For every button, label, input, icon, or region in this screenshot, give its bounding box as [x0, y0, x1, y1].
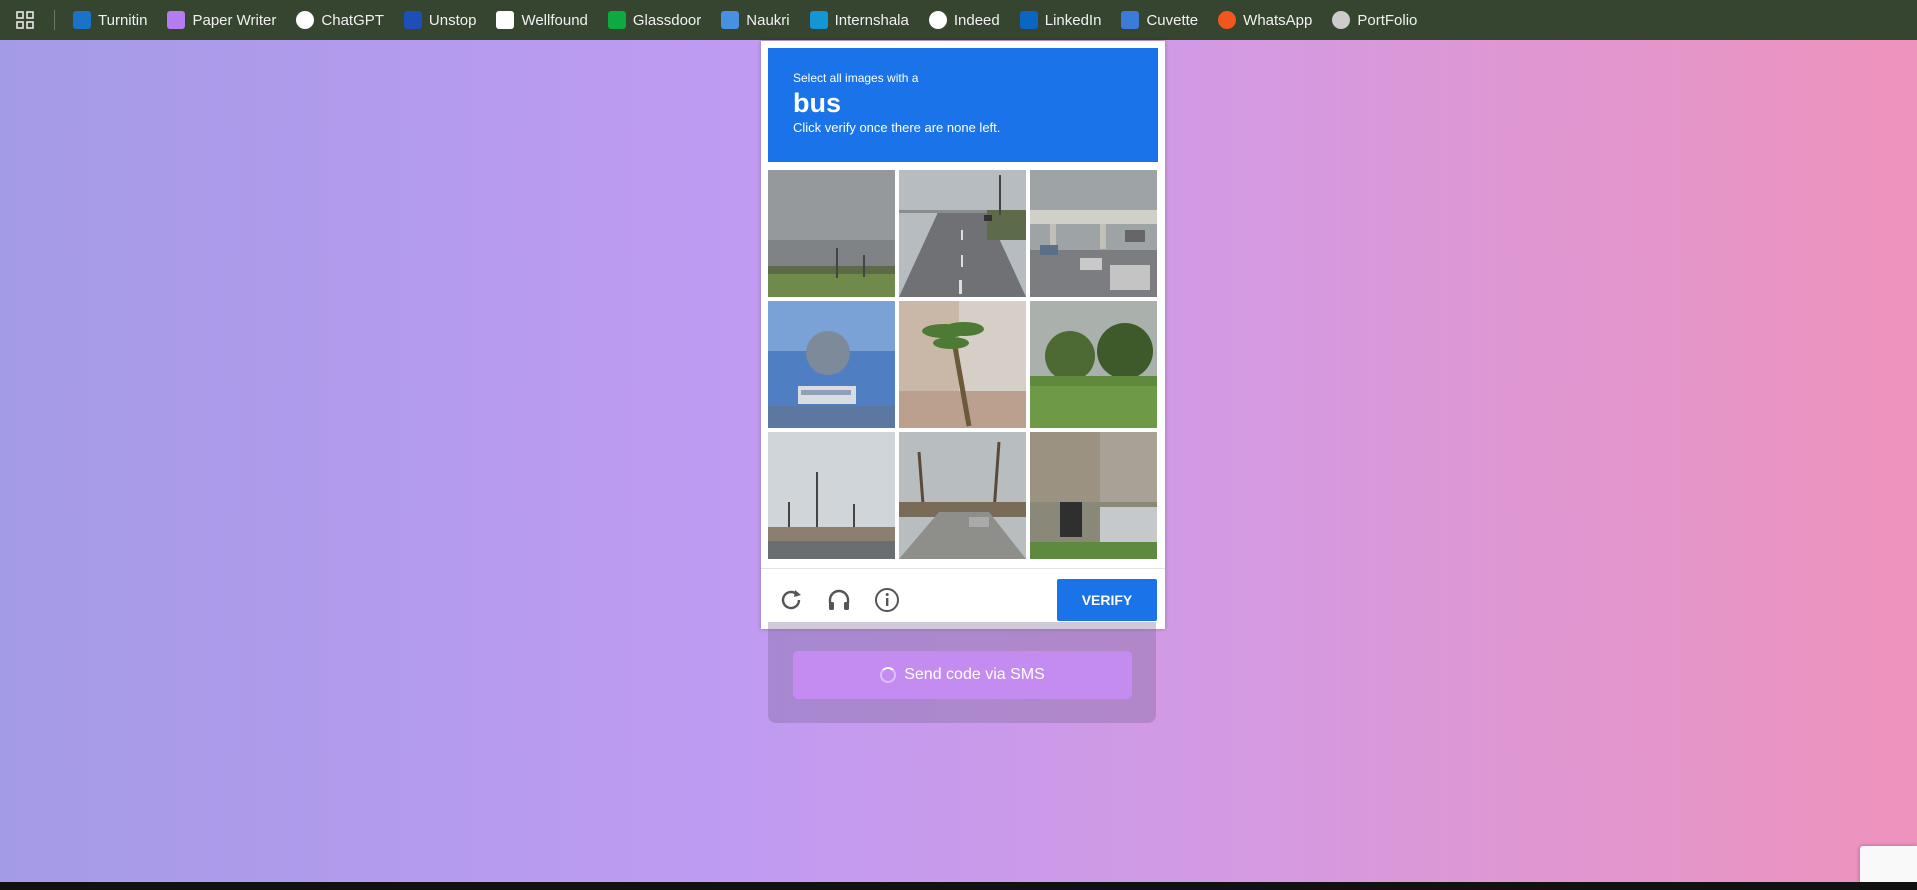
audio-challenge-icon[interactable] [826, 587, 852, 613]
bookmark-whatsapp[interactable]: WhatsApp [1218, 11, 1312, 29]
bookmark-label: Wellfound [521, 11, 588, 29]
bookmark-portfolio[interactable]: PortFolio [1332, 11, 1417, 29]
bookmark-naukri[interactable]: Naukri [721, 11, 790, 29]
bookmark-cuvette[interactable]: Cuvette [1121, 11, 1198, 29]
captcha-header: Select all images with a bus Click verif… [768, 48, 1158, 162]
whatsapp-icon [1218, 11, 1237, 29]
glassdoor-icon [607, 11, 626, 29]
bookmark-label: ChatGPT [321, 11, 384, 29]
captcha-tile-3[interactable] [1030, 170, 1157, 297]
captcha-tile-7[interactable] [768, 432, 895, 559]
indeed-icon [928, 11, 947, 29]
captcha-tile-1[interactable] [768, 170, 895, 297]
info-icon[interactable] [874, 587, 900, 613]
apps-grid-icon[interactable] [14, 9, 36, 31]
bookmark-label: Unstop [428, 11, 477, 29]
verify-button[interactable]: VERIFY [1057, 579, 1157, 621]
bookmark-label: Internshala [834, 11, 909, 29]
bookmarks-bar: Turnitin Paper Writer ChatGPT Unstop Wellfou… [0, 0, 1917, 40]
reload-icon[interactable] [778, 587, 804, 613]
captcha-challenge: Select all images with a bus Click verif… [761, 41, 1165, 629]
captcha-image-grid [768, 170, 1158, 560]
bookmark-label: WhatsApp [1243, 11, 1313, 29]
bookmark-unstop[interactable]: Unstop [403, 11, 477, 29]
turnitin-icon [73, 11, 91, 29]
captcha-tile-6[interactable] [1030, 301, 1157, 428]
unstop-icon [403, 11, 422, 29]
bookmark-internshala[interactable]: Internshala [809, 11, 909, 29]
send-sms-button[interactable]: Send code via SMS [793, 651, 1132, 699]
bookmark-list: Turnitin Paper Writer ChatGPT Unstop Wellfou… [73, 11, 1437, 29]
taskbar-edge [0, 882, 1917, 890]
cuvette-icon [1121, 11, 1140, 29]
captcha-tile-2[interactable] [899, 170, 1026, 297]
naukri-icon [721, 11, 740, 29]
bookmarks-divider [54, 10, 55, 30]
captcha-tile-9[interactable] [1030, 432, 1157, 559]
loading-spinner-icon [880, 667, 897, 683]
bookmark-chatgpt[interactable]: ChatGPT [296, 11, 384, 29]
bookmark-label: Naukri [746, 11, 790, 29]
bookmark-label: Indeed [953, 11, 1000, 29]
chatgpt-icon [296, 11, 315, 29]
wellfound-icon [496, 11, 515, 29]
bookmark-label: Cuvette [1146, 11, 1199, 29]
bookmark-label: PortFolio [1357, 11, 1418, 29]
send-sms-label: Send code via SMS [904, 666, 1045, 683]
bookmark-label: Paper Writer [192, 11, 277, 29]
bookmark-turnitin[interactable]: Turnitin [73, 11, 147, 29]
bookmark-label: Turnitin [98, 11, 148, 29]
captcha-footer: VERIFY [761, 568, 1165, 629]
bookmark-wellfound[interactable]: Wellfound [496, 11, 588, 29]
bookmark-indeed[interactable]: Indeed [928, 11, 1000, 29]
captcha-target-word: bus [793, 88, 842, 118]
captcha-tile-8[interactable] [899, 432, 1026, 559]
linkedin-icon [1019, 11, 1038, 29]
captcha-hint: Click verify once there are none left. [793, 120, 1001, 135]
globe-icon [1332, 11, 1351, 29]
bookmark-glassdoor[interactable]: Glassdoor [607, 11, 702, 29]
captcha-tile-4[interactable] [768, 301, 895, 428]
paper-writer-icon [167, 11, 186, 29]
bookmark-linkedin[interactable]: LinkedIn [1019, 11, 1102, 29]
internshala-icon [809, 11, 828, 29]
bookmark-label: Glassdoor [632, 11, 702, 29]
captcha-instruction: Select all images with a [793, 71, 919, 85]
bookmark-paper-writer[interactable]: Paper Writer [167, 11, 276, 29]
bookmark-label: LinkedIn [1044, 11, 1102, 29]
captcha-tile-5[interactable] [899, 301, 1026, 428]
